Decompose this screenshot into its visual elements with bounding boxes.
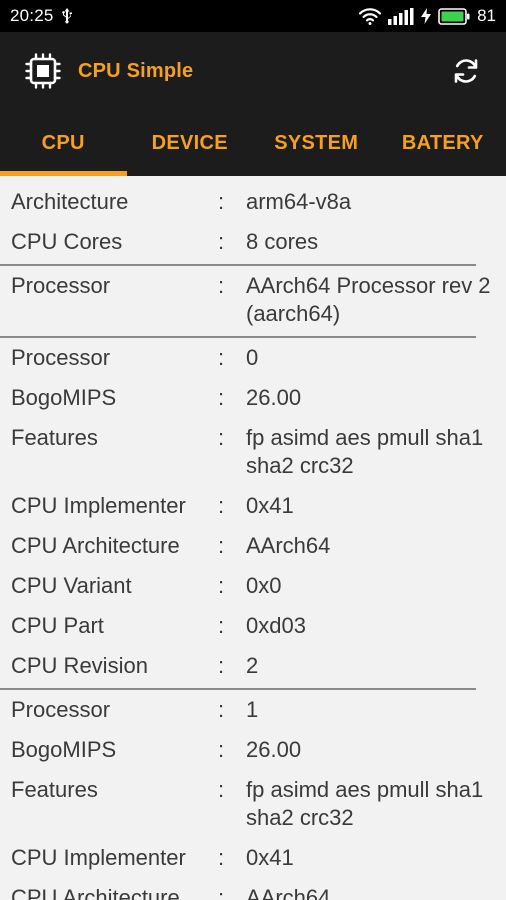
info-row-processor-name: Processor : AArch64 Processor rev 2 (aar… [0,266,506,336]
charging-icon [421,8,432,24]
row-value: 8 cores [246,229,319,254]
info-row-bogomips: BogoMIPS : 26.00 [0,380,506,420]
row-separator: : [218,189,225,214]
row-value: 2 [246,653,259,678]
wifi-icon [359,7,382,25]
row-separator: : [218,345,225,370]
row-separator: : [218,273,225,298]
tab-system[interactable]: SYSTEM [253,110,380,176]
row-separator: : [218,573,225,598]
row-label: Processor [11,697,111,722]
row-label: BogoMIPS [11,385,117,410]
row-separator: : [218,425,225,450]
row-value: arm64-v8a [246,189,352,214]
status-bar: 20:25 81 [0,0,506,32]
row-label: CPU Implementer [11,493,186,518]
row-separator: : [218,385,225,410]
row-value: 0x41 [246,845,294,870]
tab-cpu[interactable]: CPU [0,110,127,176]
info-row-cpu-part: CPU Part : 0xd03 [0,608,506,648]
row-value: AArch64 Processor rev 2 (aarch64) [246,273,491,326]
status-time: 20:25 [10,6,54,25]
row-label: CPU Cores [11,229,123,254]
row-separator: : [218,493,225,518]
tab-device[interactable]: DEVICE [127,110,254,176]
row-label: CPU Variant [11,573,132,598]
row-value: 1 [246,697,259,722]
row-value: fp asimd aes pmull sha1 sha2 crc32 [246,777,484,830]
row-value: 0x41 [246,493,294,518]
row-label: CPU Part [11,613,104,638]
row-label: CPU Architecture [11,533,180,558]
row-separator: : [218,533,225,558]
status-right: 81 [359,6,496,26]
info-row-processor: Processor : 0 [0,338,506,380]
row-value: 0x0 [246,573,282,598]
info-row-processor: Processor : 1 [0,690,506,732]
row-value: AArch64 [246,885,331,900]
row-value: fp asimd aes pmull sha1 sha2 crc32 [246,425,484,478]
tab-bar: CPU DEVICE SYSTEM BATERY [0,110,506,176]
row-separator: : [218,697,225,722]
row-separator: : [218,885,225,900]
row-separator: : [218,845,225,870]
info-row-architecture: Architecture : arm64-v8a [0,184,506,224]
row-separator: : [218,229,225,254]
info-row-cpu-architecture: CPU Architecture : AArch64 [0,528,506,568]
info-row-features: Features : fp asimd aes pmull sha1 sha2 … [0,420,506,488]
info-row-cpu-variant: CPU Variant : 0x0 [0,568,506,608]
row-separator: : [218,613,225,638]
row-label: Features [11,777,98,802]
cpu-chip-icon [24,52,62,90]
battery-percentage: 81 [477,6,496,25]
usb-icon [61,8,73,24]
refresh-icon[interactable] [446,51,486,91]
row-label: CPU Revision [11,653,148,678]
info-row-cpu-implementer: CPU Implementer : 0x41 [0,840,506,880]
info-row-cpu-architecture: CPU Architecture : AArch64 [0,880,506,900]
row-label: Architecture [11,189,129,214]
info-row-cpu-revision: CPU Revision : 2 [0,648,506,688]
row-label: Features [11,425,98,450]
info-row-bogomips: BogoMIPS : 26.00 [0,732,506,772]
row-value: 26.00 [246,385,302,410]
app-title: CPU Simple [78,59,194,82]
row-label: Processor [11,273,111,298]
row-separator: : [218,737,225,762]
info-row-features: Features : fp asimd aes pmull sha1 sha2 … [0,772,506,840]
battery-icon [438,7,470,25]
status-left: 20:25 [10,6,73,26]
info-row-cpu-implementer: CPU Implementer : 0x41 [0,488,506,528]
row-separator: : [218,777,225,802]
row-value: 0 [246,345,259,370]
row-value: 0xd03 [246,613,306,638]
row-value: 26.00 [246,737,302,762]
tab-battery[interactable]: BATERY [380,110,506,176]
row-label: CPU Implementer [11,845,186,870]
signal-icon [388,7,414,25]
row-separator: : [218,653,225,678]
app-bar: CPU Simple [0,32,506,110]
cpu-info-list: Architecture : arm64-v8a CPU Cores : 8 c… [0,176,506,900]
row-label: BogoMIPS [11,737,117,762]
app-window: 20:25 81 CPU Simple CPU DEVICE SYSTEM BA… [0,0,506,900]
row-label: Processor [11,345,111,370]
info-row-cpu-cores: CPU Cores : 8 cores [0,224,506,264]
row-value: AArch64 [246,533,331,558]
row-label: CPU Architecture [11,885,180,900]
